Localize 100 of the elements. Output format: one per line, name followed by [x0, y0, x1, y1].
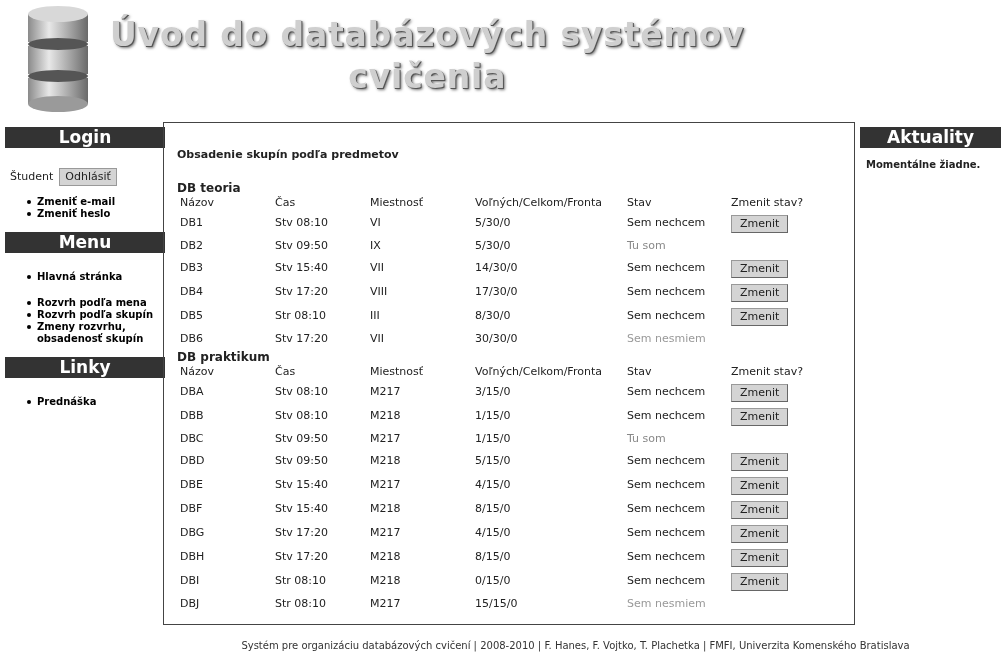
- status-cell-text: Sem nechcem: [626, 573, 707, 590]
- column-header: Stav: [626, 194, 653, 211]
- table-cell-text: IX: [369, 237, 382, 254]
- table-cell-text: Stv 08:10: [274, 384, 329, 401]
- table-cell-text: 1/15/0: [474, 408, 512, 425]
- status-cell-text: Sem nechcem: [626, 549, 707, 566]
- change-button[interactable]: Zmenit: [731, 407, 789, 426]
- column-header: Stav: [626, 363, 653, 380]
- table-cell-text: VII: [369, 260, 385, 277]
- column-header: Čas: [274, 363, 297, 380]
- table-cell-text: Stv 09:50: [274, 430, 329, 447]
- status-cell-text: Tu som: [626, 237, 667, 254]
- table-cell-text: DB6: [179, 330, 204, 347]
- change-button[interactable]: Zmenit: [731, 548, 789, 567]
- column-header: Zmenit stav?: [730, 363, 804, 380]
- table-cell-text: M217: [369, 595, 402, 612]
- table-cell-text: Stv 15:40: [274, 477, 329, 494]
- status-cell-text: Sem nechcem: [626, 408, 707, 425]
- sidebar-link[interactable]: Hlavná stránka: [37, 271, 123, 283]
- bullet-icon: [27, 275, 31, 279]
- subject-heading: DB praktikum: [177, 349, 271, 364]
- section-heading: Login: [5, 127, 165, 148]
- sidebar-link[interactable]: Zmeniť e-mail: [37, 196, 116, 208]
- change-button[interactable]: Zmenit: [731, 259, 789, 278]
- section-heading: Linky: [5, 357, 165, 378]
- content-title: Obsadenie skupín podľa predmetov: [177, 147, 400, 163]
- table-cell-text: DB5: [179, 308, 204, 325]
- logout-button[interactable]: Odhlásiť: [59, 168, 117, 186]
- site-title: Úvod do databázových systémov: [110, 14, 745, 56]
- status-cell-text: Sem nechcem: [626, 501, 707, 518]
- table-cell-text: Str 08:10: [274, 308, 327, 325]
- table-cell-text: 8/15/0: [474, 501, 512, 518]
- status-cell-text: Sem nechcem: [626, 308, 707, 325]
- table-cell-text: 8/30/0: [474, 308, 512, 325]
- table-cell-text: 4/15/0: [474, 477, 512, 494]
- sidebar-link[interactable]: Rozvrh podľa skupín: [37, 309, 154, 321]
- table-cell-text: DBJ: [179, 595, 201, 612]
- table-cell-text: 5/30/0: [474, 237, 512, 254]
- table-cell-text: DBC: [179, 430, 205, 447]
- table-cell-text: 1/15/0: [474, 430, 512, 447]
- table-cell-text: 14/30/0: [474, 260, 519, 277]
- change-button[interactable]: Zmenit: [731, 500, 789, 519]
- table-cell-text: DB4: [179, 284, 204, 301]
- table-cell-text: M218: [369, 573, 402, 590]
- change-button[interactable]: Zmenit: [731, 307, 789, 326]
- status-cell-text: Sem nechcem: [626, 215, 707, 232]
- user-name: Študent: [10, 168, 54, 185]
- change-button[interactable]: Zmenit: [731, 214, 789, 233]
- status-cell-text: Sem nesmiem: [626, 330, 707, 347]
- table-cell-text: M218: [369, 549, 402, 566]
- bullet-icon: [27, 325, 31, 329]
- column-header: Názov: [179, 364, 215, 380]
- change-button[interactable]: Zmenit: [731, 476, 789, 495]
- table-cell-text: 4/15/0: [474, 525, 512, 542]
- table-cell-text: Stv 09:50: [274, 237, 329, 254]
- status-cell-text: Sem nechcem: [626, 284, 707, 301]
- bullet-icon: [27, 200, 31, 204]
- status-cell-text: Tu som: [626, 430, 667, 447]
- change-button[interactable]: Zmenit: [731, 452, 789, 471]
- change-button[interactable]: Zmenit: [731, 283, 789, 302]
- sidebar-link[interactable]: Rozvrh podľa mena: [37, 297, 147, 309]
- table-cell-text: DB1: [179, 215, 204, 232]
- table-cell-text: DBE: [179, 477, 204, 494]
- table-cell-text: DBA: [179, 384, 205, 401]
- sidebar-link[interactable]: Zmeny rozvrhu, obsadenosť skupín: [37, 321, 165, 345]
- status-cell-text: Sem nechcem: [626, 525, 707, 542]
- sidebar-link[interactable]: Prednáška: [37, 396, 97, 408]
- bullet-icon: [27, 313, 31, 317]
- column-header: Miestnosť: [369, 194, 425, 211]
- table-cell-text: 0/15/0: [474, 573, 512, 590]
- table-cell-text: Stv 08:10: [274, 408, 329, 425]
- status-cell-text: Sem nechcem: [626, 477, 707, 494]
- footer-text: Systém pre organizáciu databázových cvičení | 2008-2010 | F. Hanes, F. Vojtko, T. Plachetka | FMFI, Univerzita Komenského Bratislava: [240, 639, 911, 653]
- table-cell-text: Stv 15:40: [274, 501, 329, 518]
- table-cell-text: 30/30/0: [474, 330, 519, 347]
- status-cell-text: Sem nechcem: [626, 260, 707, 277]
- table-cell-text: VI: [369, 215, 382, 232]
- table-cell-text: 3/15/0: [474, 384, 512, 401]
- table-cell-text: III: [369, 308, 381, 325]
- table-cell-text: M217: [369, 430, 402, 447]
- table-cell-text: VIII: [369, 284, 389, 301]
- bullet-icon: [27, 400, 31, 404]
- change-button[interactable]: Zmenit: [731, 383, 789, 402]
- table-cell-text: 5/30/0: [474, 215, 512, 232]
- table-cell-text: DBB: [179, 408, 205, 425]
- news-text: Momentálne žiadne.: [865, 158, 982, 172]
- change-button[interactable]: Zmenit: [731, 572, 789, 591]
- change-button[interactable]: Zmenit: [731, 524, 789, 543]
- table-cell-text: DBD: [179, 453, 206, 470]
- sidebar-link[interactable]: Zmeniť heslo: [37, 208, 111, 220]
- column-header: Miestnosť: [369, 363, 425, 380]
- table-cell-text: M217: [369, 525, 402, 542]
- table-cell-text: DB3: [179, 260, 204, 277]
- bullet-icon: [27, 301, 31, 305]
- column-header: Voľných/Celkom/Fronta: [474, 194, 603, 211]
- table-cell-text: Stv 15:40: [274, 260, 329, 277]
- status-cell-text: Sem nechcem: [626, 453, 707, 470]
- table-cell-text: Stv 17:20: [274, 549, 329, 566]
- table-cell-text: 8/15/0: [474, 549, 512, 566]
- table-cell-text: M218: [369, 408, 402, 425]
